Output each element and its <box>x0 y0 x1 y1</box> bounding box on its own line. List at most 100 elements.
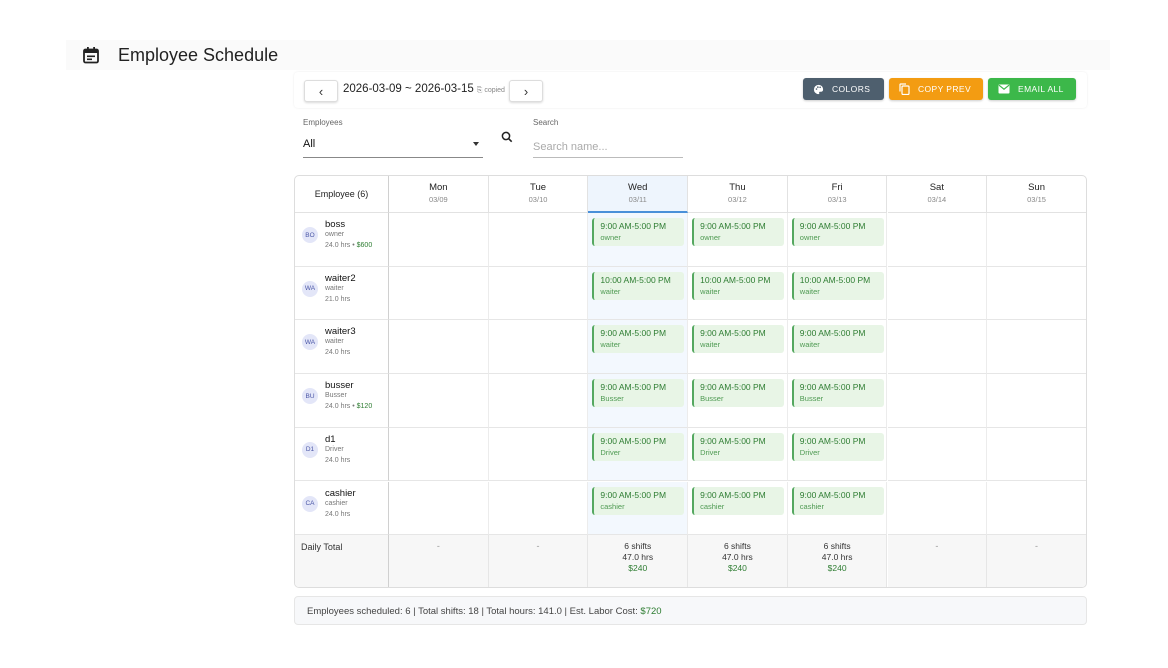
schedule-cell[interactable]: 9:00 AM-5:00 PM Busser <box>688 374 788 428</box>
schedule-cell[interactable] <box>887 213 988 267</box>
shift-block[interactable]: 9:00 AM-5:00 PM Busser <box>592 379 685 408</box>
schedule-cell[interactable] <box>488 320 589 375</box>
employee-role: waiter <box>325 284 344 292</box>
schedule-cell[interactable] <box>987 374 1086 428</box>
schedule-cell[interactable]: 9:00 AM-5:00 PM Busser <box>588 374 689 428</box>
schedule-cell[interactable]: 9:00 AM-5:00 PM Driver <box>588 427 689 482</box>
employee-role: Driver <box>325 445 344 453</box>
shift-block[interactable]: 9:00 AM-5:00 PM waiter <box>692 325 785 354</box>
schedule-cell[interactable]: 9:00 AM-5:00 PM Driver <box>688 427 788 482</box>
schedule-cell[interactable] <box>389 481 489 536</box>
shift-block[interactable]: 9:00 AM-5:00 PM owner <box>692 218 785 246</box>
schedule-cell[interactable] <box>389 427 489 482</box>
schedule-cell[interactable] <box>488 213 589 267</box>
shift-block[interactable]: 9:00 AM-5:00 PM waiter <box>791 325 884 354</box>
shift-block[interactable]: 10:00 AM-5:00 PM waiter <box>791 271 884 300</box>
schedule-cell[interactable]: 10:00 AM-5:00 PM waiter <box>688 266 788 321</box>
employee-name: busser <box>325 380 354 392</box>
schedule-cell[interactable] <box>987 266 1086 321</box>
schedule-cell[interactable] <box>488 481 589 536</box>
daily-total-cell: 6 shifts 47.0 hrs $240 <box>787 535 888 587</box>
schedule-cell[interactable]: 9:00 AM-5:00 PM owner <box>588 213 689 267</box>
day-header-thu: Thu 03/12 <box>688 176 788 213</box>
total-hours: 47.0 hrs <box>722 552 753 563</box>
hours-value: 24.0 hrs <box>325 349 351 357</box>
schedule-cell[interactable] <box>887 427 988 482</box>
shift-block[interactable]: 9:00 AM-5:00 PM Busser <box>692 379 785 408</box>
schedule-cell[interactable]: 9:00 AM-5:00 PM waiter <box>588 320 689 375</box>
employees-select[interactable]: All <box>303 132 483 158</box>
shift-block[interactable]: 9:00 AM-5:00 PM cashier <box>791 486 884 515</box>
schedule-cell[interactable] <box>887 374 988 428</box>
employee-cell-cashier[interactable]: CA cashier cashier 24.0 hrs <box>295 481 389 536</box>
copy-prev-button[interactable]: COPY PREV <box>889 78 983 100</box>
avatar: BO <box>302 227 318 243</box>
next-week-button[interactable]: › <box>509 80 543 102</box>
shift-block[interactable]: 9:00 AM-5:00 PM cashier <box>592 486 685 515</box>
copied-label: copied <box>484 87 505 94</box>
copy-prev-label: COPY PREV <box>918 84 972 94</box>
filters-bar: Employees All Search <box>303 118 703 162</box>
day-date: 03/14 <box>927 195 947 204</box>
schedule-cell[interactable] <box>389 213 489 267</box>
schedule-cell[interactable] <box>887 266 988 321</box>
page-title: Employee Schedule <box>118 44 279 65</box>
empty-total: - <box>436 541 440 552</box>
daily-total-cell: - <box>987 535 1086 587</box>
employee-cell-d1[interactable]: D1 d1 Driver 24.0 hrs <box>295 427 389 482</box>
schedule-cell[interactable]: 10:00 AM-5:00 PM waiter <box>787 266 888 321</box>
shift-role: waiter <box>700 286 721 296</box>
schedule-cell[interactable]: 9:00 AM-5:00 PM Busser <box>787 374 888 428</box>
schedule-grid: Employee (6) Mon 03/09 Tue 03/10 Wed 03/11 Thu 0… <box>294 175 1087 588</box>
search-input[interactable] <box>533 132 683 158</box>
schedule-cell[interactable] <box>987 481 1086 536</box>
schedule-cell[interactable] <box>987 320 1086 375</box>
schedule-cell[interactable]: 10:00 AM-5:00 PM waiter <box>588 266 689 321</box>
schedule-cell[interactable]: 9:00 AM-5:00 PM cashier <box>688 481 788 536</box>
schedule-cell[interactable] <box>389 266 489 321</box>
schedule-cell[interactable] <box>488 427 589 482</box>
employee-name: d1 <box>325 433 336 445</box>
shift-block[interactable]: 9:00 AM-5:00 PM owner <box>791 218 884 246</box>
colors-button[interactable]: COLORS <box>803 78 884 100</box>
schedule-cell[interactable]: 9:00 AM-5:00 PM cashier <box>787 481 888 536</box>
employee-cell-busser[interactable]: BU busser Busser 24.0 hrs • $120 <box>295 374 389 428</box>
shift-role: waiter <box>799 286 820 296</box>
daily-total-cell: - <box>488 535 589 587</box>
schedule-cell[interactable] <box>389 374 489 428</box>
hours-value: 24.0 hrs <box>325 403 351 411</box>
schedule-cell[interactable] <box>987 427 1086 482</box>
schedule-cell[interactable]: 9:00 AM-5:00 PM cashier <box>588 481 689 536</box>
employee-cell-boss[interactable]: BO boss owner 24.0 hrs • $600 <box>295 213 389 267</box>
hours-value: 24.0 hrs <box>325 510 351 518</box>
shift-block[interactable]: 9:00 AM-5:00 PM Driver <box>692 432 785 461</box>
schedule-cell[interactable] <box>389 320 489 375</box>
schedule-cell[interactable] <box>887 320 988 375</box>
shift-block[interactable]: 9:00 AM-5:00 PM Driver <box>791 432 884 461</box>
empty-total: - <box>935 541 939 552</box>
schedule-cell[interactable]: 9:00 AM-5:00 PM waiter <box>787 320 888 375</box>
schedule-cell[interactable] <box>987 213 1086 267</box>
copy-icon[interactable]: ⎘ copied <box>477 87 505 94</box>
schedule-cell[interactable]: 9:00 AM-5:00 PM Driver <box>787 427 888 482</box>
shift-block[interactable]: 9:00 AM-5:00 PM Driver <box>592 432 685 461</box>
total-cost: $240 <box>727 563 747 574</box>
employee-column-header: Employee (6) <box>295 176 389 213</box>
shift-block[interactable]: 9:00 AM-5:00 PM owner <box>592 218 685 246</box>
schedule-cell[interactable]: 9:00 AM-5:00 PM owner <box>688 213 788 267</box>
shift-block[interactable]: 9:00 AM-5:00 PM cashier <box>692 486 785 515</box>
employee-cell-waiter3[interactable]: WA waiter3 waiter 24.0 hrs <box>295 320 389 375</box>
employee-cell-waiter2[interactable]: WA waiter2 waiter 21.0 hrs <box>295 266 389 321</box>
schedule-cell[interactable] <box>488 266 589 321</box>
shift-block[interactable]: 10:00 AM-5:00 PM waiter <box>692 271 785 300</box>
schedule-cell[interactable] <box>488 374 589 428</box>
shift-block[interactable]: 10:00 AM-5:00 PM waiter <box>592 271 685 300</box>
prev-week-button[interactable]: ‹ <box>304 80 338 102</box>
schedule-cell[interactable] <box>887 481 988 536</box>
schedule-cell[interactable]: 9:00 AM-5:00 PM owner <box>787 213 888 267</box>
total-shifts: 6 shifts <box>624 541 652 552</box>
shift-block[interactable]: 9:00 AM-5:00 PM waiter <box>592 325 685 354</box>
schedule-cell[interactable]: 9:00 AM-5:00 PM waiter <box>688 320 788 375</box>
shift-block[interactable]: 9:00 AM-5:00 PM Busser <box>791 379 884 408</box>
email-all-button[interactable]: EMAIL ALL <box>988 78 1076 100</box>
